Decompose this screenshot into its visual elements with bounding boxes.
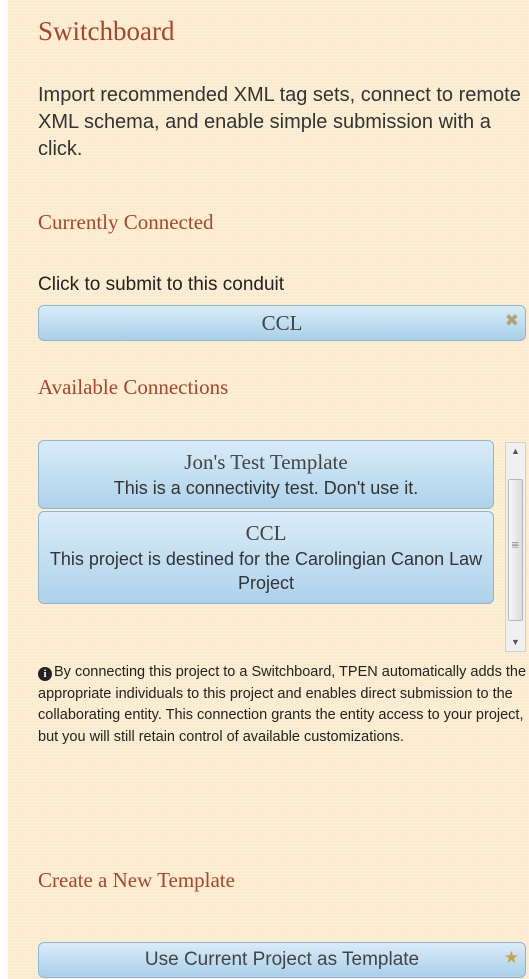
- use-current-project-label: Use Current Project as Template: [144, 949, 420, 970]
- grip-icon: ═ ═: [512, 538, 519, 551]
- panel-title: Switchboard: [38, 16, 175, 46]
- left-edge: [0, 0, 8, 979]
- connection-description: This is a connectivity test. Don't use i…: [113, 478, 419, 498]
- star-icon: ★: [503, 948, 519, 967]
- connection-name: Jon's Test Template: [184, 450, 348, 474]
- scroll-down-icon[interactable]: ▼: [506, 634, 525, 651]
- connected-conduit-label: CCL: [261, 311, 303, 335]
- connection-name: CCL: [245, 521, 287, 545]
- connection-item[interactable]: CCL This project is destined for the Car…: [38, 511, 494, 604]
- available-connections-list: Jon's Test Template This is a connectivi…: [38, 440, 526, 652]
- panel-intro: Import recommended XML tag sets, connect…: [38, 84, 521, 160]
- currently-connected-heading: Currently Connected: [38, 210, 214, 234]
- connections-scroll-area: Jon's Test Template This is a connectivi…: [38, 440, 500, 650]
- switchboard-panel: Switchboard Import recommended XML tag s…: [8, 0, 529, 979]
- info-icon: i: [38, 667, 52, 681]
- switchboard-notice: i By connecting this project to a Switchb…: [38, 662, 528, 748]
- x-icon[interactable]: ✖: [505, 311, 519, 331]
- create-template-heading: Create a New Template: [38, 868, 235, 892]
- available-connections-heading: Available Connections: [38, 375, 229, 399]
- notice-text: By connecting this project to a Switchbo…: [38, 664, 527, 745]
- connections-scrollbar[interactable]: ▲ ═ ═ ▼: [505, 442, 526, 652]
- connection-description: This project is destined for the Carolin…: [49, 549, 483, 593]
- submit-conduit-label: Click to submit to this conduit: [38, 274, 285, 295]
- connected-conduit-button[interactable]: CCL ✖: [38, 305, 526, 341]
- scrollbar-thumb[interactable]: ═ ═: [508, 479, 523, 621]
- use-current-project-button[interactable]: Use Current Project as Template ★: [38, 942, 526, 978]
- connection-item[interactable]: Jon's Test Template This is a connectivi…: [38, 440, 494, 509]
- scroll-up-icon[interactable]: ▲: [506, 443, 525, 460]
